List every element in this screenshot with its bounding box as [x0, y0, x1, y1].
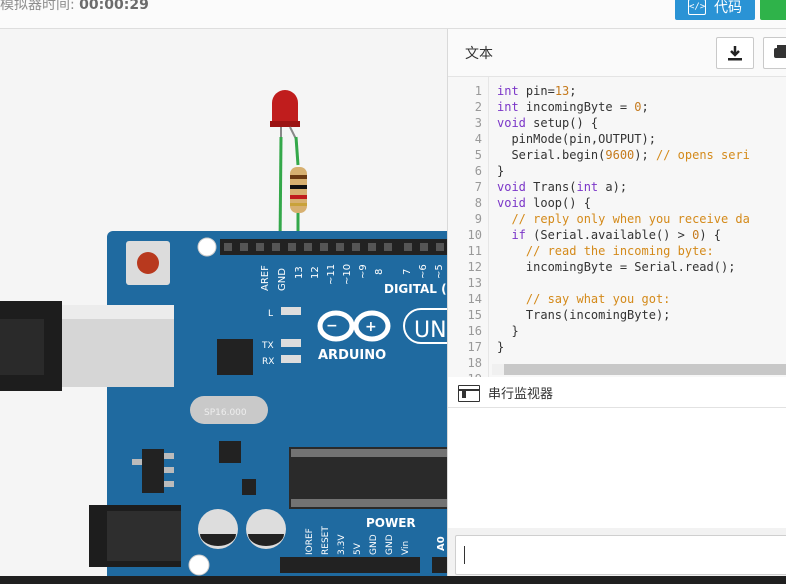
line-number: 4 — [474, 132, 482, 146]
text-caret — [464, 546, 465, 564]
line-number: 6 — [474, 164, 482, 178]
top-toolbar: 模拟器时间: 00:00:29 </> 代码 — [0, 0, 786, 29]
code-line[interactable]: if (Serial.available() > 0) { — [497, 227, 721, 243]
line-number: 1 — [474, 84, 482, 98]
line-number: 14 — [467, 292, 482, 306]
code-line[interactable]: // say what you got: — [497, 291, 671, 307]
line-number: 12 — [467, 260, 482, 274]
power-pin-gnd1: GND — [369, 534, 379, 555]
line-number: 2 — [474, 100, 482, 114]
led-label-l: L — [268, 309, 273, 319]
code-line[interactable]: int pin=13; — [497, 83, 577, 99]
code-panel-header: 文本 — [448, 29, 786, 77]
download-button[interactable] — [716, 37, 754, 69]
start-simulation-button[interactable] — [760, 0, 786, 20]
code-line[interactable]: // read the incoming byte: — [497, 243, 714, 259]
pin-label-8: 8 — [374, 269, 385, 275]
analog-label: A0 — [436, 536, 447, 551]
pin-label-9: ~9 — [358, 264, 369, 279]
pin-label-5: ~5 — [434, 264, 445, 279]
pin-label-11: ~11 — [326, 264, 337, 285]
code-line[interactable]: void setup() { — [497, 115, 598, 131]
crystal-label: SP16.000 — [204, 408, 247, 418]
line-number: 3 — [474, 116, 482, 130]
circuit-canvas[interactable]: AREF GND 13 12 ~11 ~10 ~9 8 7 ~6 ~5 DIGI… — [0, 29, 447, 584]
serial-monitor-output — [448, 408, 786, 528]
model-label: UN — [414, 318, 447, 343]
line-number-gutter: 1 2 3 4 5 6 7 8 9 10 11 12 13 14 15 16 1… — [448, 77, 489, 377]
pin-label-7: 7 — [402, 269, 413, 275]
simulator-time-label: 模拟器时间: — [0, 0, 80, 13]
code-button[interactable]: </> 代码 — [675, 0, 755, 20]
download-icon — [728, 46, 742, 61]
code-line[interactable]: // reply only when you receive da — [497, 211, 749, 227]
line-number: 7 — [474, 180, 482, 194]
line-number: 16 — [467, 324, 482, 338]
usb-chip — [217, 339, 253, 375]
serial-monitor-label: 串行监视器 — [488, 387, 554, 402]
line-number: 17 — [467, 340, 482, 354]
power-pin-reset: RESET — [321, 526, 331, 555]
power-header — [280, 557, 420, 573]
svg-text:−: − — [326, 318, 338, 334]
pin-label-10: ~10 — [342, 264, 353, 285]
line-number: 9 — [474, 212, 482, 226]
editor-mode-select[interactable]: 文本 — [465, 43, 493, 63]
line-number: 11 — [467, 244, 482, 258]
power-pin-3v3: 3.3V — [337, 534, 347, 555]
code-line[interactable]: void Trans(int a); — [497, 179, 627, 195]
os-taskbar — [0, 576, 786, 584]
line-number: 13 — [467, 276, 482, 290]
led[interactable] — [270, 90, 300, 140]
code-line[interactable]: } — [497, 339, 504, 355]
serial-monitor-header[interactable]: 串行监视器 — [448, 377, 786, 408]
horizontal-scrollbar[interactable] — [504, 364, 786, 375]
code-line[interactable]: Trans(incomingByte); — [497, 307, 671, 323]
code-editor[interactable]: 1 2 3 4 5 6 7 8 9 10 11 12 13 14 15 16 1… — [448, 77, 786, 377]
power-pin-5v: 5V — [353, 542, 363, 555]
resistor[interactable] — [290, 167, 307, 213]
led-label-tx: TX — [261, 341, 274, 351]
code-button-label: 代码 — [714, 0, 742, 16]
code-line[interactable]: } — [497, 163, 504, 179]
led-label-rx: RX — [262, 357, 274, 367]
print-icon — [774, 45, 786, 58]
code-line[interactable]: void loop() { — [497, 195, 591, 211]
power-pin-ioref: IOREF — [305, 528, 315, 555]
code-line[interactable]: pinMode(pin,OUTPUT); — [497, 131, 656, 147]
code-icon: </> — [688, 0, 706, 15]
simulator-time: 模拟器时间: 00:00:29 — [0, 0, 149, 14]
pin-label-6: ~6 — [418, 264, 429, 279]
pin-label-12: 12 — [310, 266, 321, 279]
code-lines[interactable]: int pin=13; int incomingByte = 0; void set… — [497, 77, 786, 377]
pin-label-gnd: GND — [277, 268, 288, 291]
line-number: 8 — [474, 196, 482, 210]
print-button[interactable] — [763, 37, 786, 69]
serial-input-field[interactable] — [455, 535, 786, 575]
power-label: POWER — [366, 516, 416, 530]
power-pin-vin: Vin — [401, 541, 411, 555]
serial-monitor-icon — [458, 385, 480, 402]
code-line[interactable]: Serial.begin(9600); // opens seri — [497, 147, 749, 163]
line-number: 18 — [467, 356, 482, 370]
svg-text:+: + — [365, 319, 377, 335]
line-number: 5 — [474, 148, 482, 162]
brand-label: ARDUINO — [318, 348, 386, 363]
pin-label-aref: AREF — [260, 265, 271, 291]
line-number: 10 — [467, 228, 482, 242]
circuit-drawing: AREF GND 13 12 ~11 ~10 ~9 8 7 ~6 ~5 DIGI… — [0, 90, 447, 584]
simulator-time-value: 00:00:29 — [79, 0, 149, 13]
code-panel: 文本 1 2 3 4 5 6 7 8 9 10 11 12 13 14 15 1… — [447, 29, 786, 584]
pin-label-13: 13 — [294, 266, 305, 279]
power-pin-gnd2: GND — [385, 534, 395, 555]
code-line[interactable]: int incomingByte = 0; — [497, 99, 649, 115]
line-number: 15 — [467, 308, 482, 322]
code-line[interactable]: incomingByte = Serial.read(); — [497, 259, 736, 275]
digital-label: DIGITAL ( — [384, 282, 447, 296]
code-line[interactable]: } — [497, 323, 518, 339]
wire-led-resistor[interactable] — [294, 136, 300, 166]
scroll-left-arrow[interactable] — [492, 364, 504, 375]
wire-gnd[interactable] — [278, 136, 283, 248]
